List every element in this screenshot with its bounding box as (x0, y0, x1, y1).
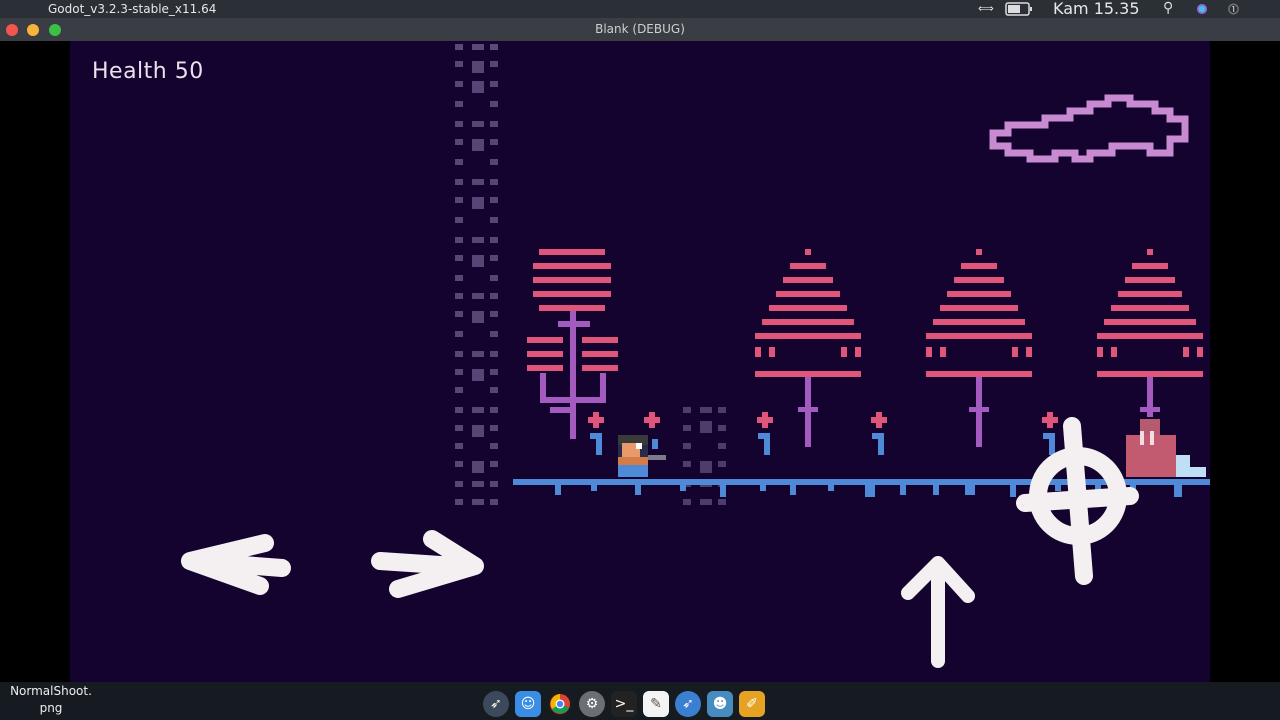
window-title: Blank (DEBUG) (595, 22, 685, 36)
dock: NormalShoot. png ➶ ☺ ⚙ >_ ✎ ➶ ☻ ✐ (0, 682, 1280, 720)
rocket-icon[interactable]: ➶ (483, 691, 509, 717)
arrows-icon[interactable]: ⟺ (978, 2, 994, 15)
notification-icon[interactable]: ⓵ (1228, 1, 1239, 17)
desktop-file-label[interactable]: NormalShoot. png (6, 683, 96, 717)
finder-icon[interactable]: ☺ (515, 691, 541, 717)
terminal-icon[interactable]: >_ (611, 691, 637, 717)
godot-icon[interactable]: ☻ (707, 691, 733, 717)
move-left-button[interactable] (170, 526, 300, 596)
move-right-button[interactable] (365, 526, 495, 596)
jump-button[interactable] (896, 551, 980, 671)
pages-icon[interactable]: ✐ (739, 691, 765, 717)
fish-icon[interactable]: ➶ (675, 691, 701, 717)
chrome-icon[interactable] (547, 691, 573, 717)
window-titlebar: Blank (DEBUG) (0, 18, 1280, 41)
clock[interactable]: Kam 15.35 (1053, 0, 1140, 18)
file-name-line2: png (39, 701, 63, 715)
close-button[interactable] (6, 24, 18, 36)
settings-icon[interactable]: ⚙ (579, 691, 605, 717)
minimize-button[interactable] (27, 24, 39, 36)
active-app-title[interactable]: Godot_v3.2.3-stable_x11.64 (48, 2, 216, 16)
menubar: Godot_v3.2.3-stable_x11.64 ⟺ Kam 15.35 ⚲… (0, 0, 1280, 18)
apple-menu-dock-icon[interactable] (771, 691, 797, 717)
battery-icon[interactable] (1005, 2, 1033, 19)
file-name-line1: NormalShoot. (10, 684, 92, 698)
siri-icon[interactable] (1195, 3, 1209, 18)
notes-icon[interactable]: ✎ (643, 691, 669, 717)
shoot-button[interactable] (1018, 421, 1138, 581)
maximize-button[interactable] (49, 24, 61, 36)
search-icon[interactable]: ⚲ (1163, 0, 1173, 16)
game-viewport[interactable]: Health 50 (70, 41, 1210, 682)
